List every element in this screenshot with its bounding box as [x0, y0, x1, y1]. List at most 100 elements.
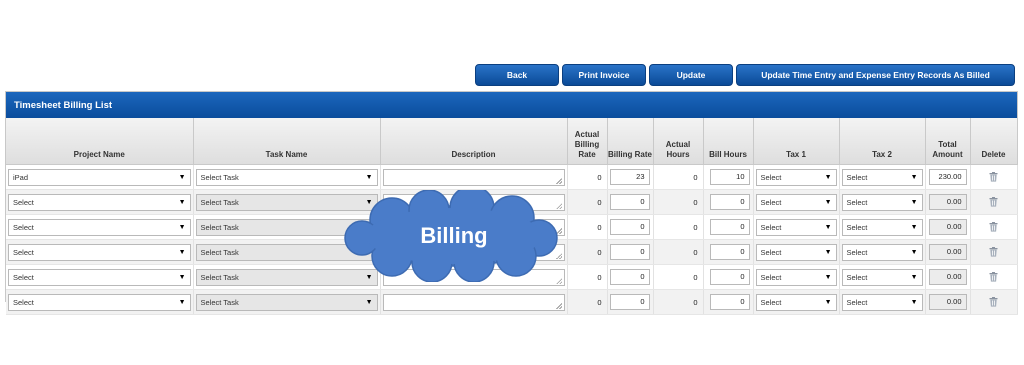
- description-input[interactable]: [382, 268, 565, 286]
- tax2-select[interactable]: Select ▼: [841, 293, 923, 311]
- bill-hours-input[interactable]: 0: [709, 194, 750, 210]
- delete-cell: [970, 264, 1018, 290]
- bill-hours-input[interactable]: 0: [709, 269, 750, 285]
- back-button[interactable]: Back: [475, 64, 559, 86]
- chevron-down-icon: ▼: [824, 223, 832, 231]
- col-actual-hours: Actual Hours: [653, 118, 704, 165]
- update-button[interactable]: Update: [649, 64, 733, 86]
- tax2-select[interactable]: Select ▼: [841, 193, 923, 211]
- actual-billing-rate: 0: [567, 214, 608, 240]
- description-cell: [380, 264, 568, 290]
- bill-hours-cell: 0: [703, 289, 754, 315]
- tax2-select[interactable]: Select ▼: [841, 218, 923, 236]
- tax2-select[interactable]: Select ▼: [841, 168, 923, 186]
- total-amount-cell: 0.00: [925, 214, 971, 240]
- billing-rate-input[interactable]: 0: [609, 294, 650, 310]
- project-select[interactable]: Select ▼: [8, 293, 191, 311]
- total-amount-field[interactable]: 230.00: [928, 169, 967, 185]
- project-select[interactable]: Select ▼: [8, 193, 191, 211]
- chevron-down-icon: ▼: [178, 298, 186, 306]
- table-row: Select ▼ Select Task ▼ 0 0 0 0 Select ▼ Select ▼ 0.0…: [6, 214, 1018, 240]
- tax1-select-value: Select: [760, 297, 782, 307]
- bill-hours-input[interactable]: 0: [709, 244, 750, 260]
- tax2-cell: Select ▼: [839, 189, 926, 215]
- billing-rate-input[interactable]: 0: [609, 269, 650, 285]
- chevron-down-icon: ▼: [365, 273, 373, 281]
- description-input[interactable]: [382, 218, 565, 236]
- tax1-select[interactable]: Select ▼: [755, 218, 837, 236]
- task-cell: Select Task ▼: [193, 164, 381, 190]
- task-select[interactable]: Select Task ▼: [195, 268, 378, 286]
- task-select[interactable]: Select Task ▼: [195, 168, 378, 186]
- delete-cell: [970, 214, 1018, 240]
- delete-cell: [970, 239, 1018, 265]
- resize-grip-icon[interactable]: [555, 302, 562, 309]
- billing-rate-input[interactable]: 0: [609, 194, 650, 210]
- resize-grip-icon[interactable]: [555, 227, 562, 234]
- tax1-select-value: Select: [760, 172, 782, 182]
- description-input[interactable]: [382, 168, 565, 186]
- task-cell: Select Task ▼: [193, 264, 381, 290]
- trash-icon[interactable]: [971, 215, 1017, 239]
- actual-billing-rate: 0: [567, 289, 608, 315]
- resize-grip-icon[interactable]: [555, 177, 562, 184]
- trash-icon[interactable]: [971, 190, 1017, 214]
- tax1-select[interactable]: Select ▼: [755, 193, 837, 211]
- trash-icon[interactable]: [971, 165, 1017, 189]
- project-select[interactable]: Select ▼: [8, 268, 191, 286]
- tax1-select[interactable]: Select ▼: [755, 243, 837, 261]
- tax2-cell: Select ▼: [839, 239, 926, 265]
- billing-rate-input[interactable]: 23: [609, 169, 650, 185]
- chevron-down-icon: ▼: [824, 248, 832, 256]
- description-cell: [380, 289, 568, 315]
- tax1-cell: Select ▼: [753, 264, 840, 290]
- total-amount-field: 0.00: [928, 194, 967, 210]
- tax1-cell: Select ▼: [753, 164, 840, 190]
- tax2-select[interactable]: Select ▼: [841, 243, 923, 261]
- update-billed-button[interactable]: Update Time Entry and Expense Entry Reco…: [736, 64, 1015, 86]
- task-select[interactable]: Select Task ▼: [195, 193, 378, 211]
- total-amount-field: 0.00: [928, 244, 967, 260]
- trash-icon[interactable]: [971, 265, 1017, 289]
- print-invoice-button[interactable]: Print Invoice: [562, 64, 646, 86]
- description-cell: [380, 239, 568, 265]
- task-select[interactable]: Select Task ▼: [195, 293, 378, 311]
- chevron-down-icon: ▼: [910, 298, 918, 306]
- tax1-select[interactable]: Select ▼: [755, 268, 837, 286]
- panel-title: Timesheet Billing List: [6, 92, 1017, 118]
- resize-grip-icon[interactable]: [555, 277, 562, 284]
- chevron-down-icon: ▼: [365, 198, 373, 206]
- tax2-cell: Select ▼: [839, 164, 926, 190]
- resize-grip-icon[interactable]: [555, 252, 562, 259]
- billing-rate-input[interactable]: 0: [609, 219, 650, 235]
- chevron-down-icon: ▼: [365, 298, 373, 306]
- total-amount-cell: 230.00: [925, 164, 971, 190]
- task-select[interactable]: Select Task ▼: [195, 243, 378, 261]
- trash-icon[interactable]: [971, 290, 1017, 314]
- resize-grip-icon[interactable]: [555, 202, 562, 209]
- tax1-select[interactable]: Select ▼: [755, 168, 837, 186]
- bill-hours-input[interactable]: 0: [709, 219, 750, 235]
- tax2-cell: Select ▼: [839, 289, 926, 315]
- project-select[interactable]: Select ▼: [8, 218, 191, 236]
- project-select[interactable]: iPad ▼: [8, 168, 191, 186]
- tax2-select[interactable]: Select ▼: [841, 268, 923, 286]
- description-input[interactable]: [382, 193, 565, 211]
- actual-hours: 0: [653, 214, 704, 240]
- project-select[interactable]: Select ▼: [8, 243, 191, 261]
- description-cell: [380, 214, 568, 240]
- billing-rate-input[interactable]: 0: [609, 244, 650, 260]
- description-input[interactable]: [382, 293, 565, 311]
- actual-billing-rate: 0: [567, 264, 608, 290]
- total-amount-field: 0.00: [928, 219, 967, 235]
- bill-hours-input[interactable]: 10: [709, 169, 750, 185]
- tax1-select[interactable]: Select ▼: [755, 293, 837, 311]
- bill-hours-input[interactable]: 0: [709, 294, 750, 310]
- task-cell: Select Task ▼: [193, 239, 381, 265]
- description-input[interactable]: [382, 243, 565, 261]
- task-select[interactable]: Select Task ▼: [195, 218, 378, 236]
- trash-icon[interactable]: [971, 240, 1017, 264]
- tax2-select-value: Select: [846, 222, 868, 232]
- actual-billing-rate: 0: [567, 239, 608, 265]
- chevron-down-icon: ▼: [365, 223, 373, 231]
